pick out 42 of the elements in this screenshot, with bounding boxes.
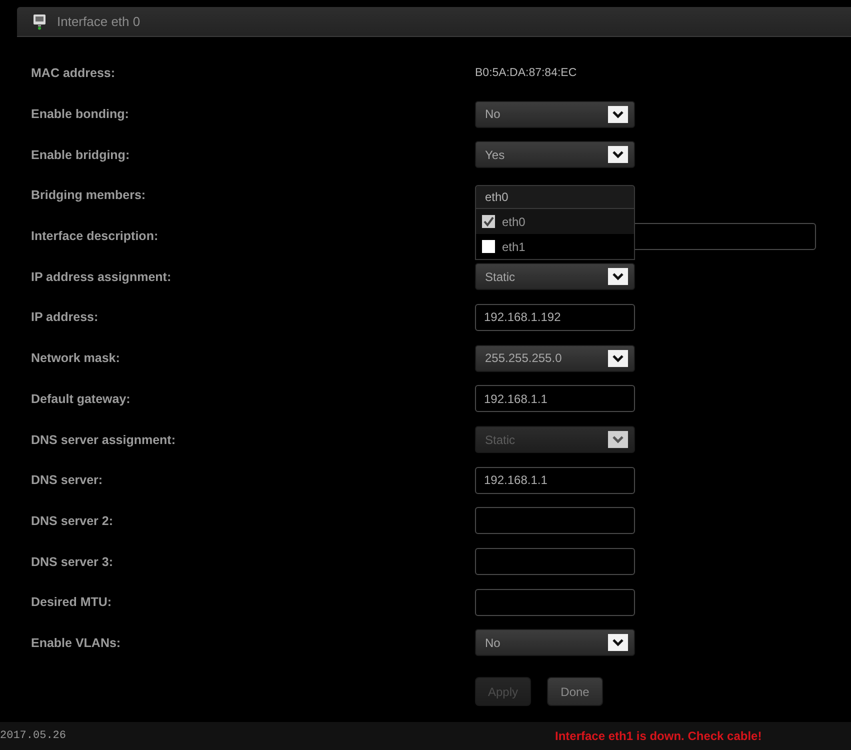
dropdown-select[interactable]: No (475, 629, 635, 656)
chevron-down-icon (608, 350, 628, 367)
done-button[interactable]: Done (547, 677, 603, 706)
checkbox-icon[interactable] (482, 240, 495, 254)
status-message: Interface eth1 is down. Check cable! (555, 728, 762, 745)
dropdown-option[interactable]: eth0 (476, 209, 634, 234)
field-label: DNS server: (31, 473, 103, 488)
field-label: Network mask: (31, 351, 120, 366)
chevron-down-icon (608, 268, 628, 286)
input-field[interactable]: 192.168.1.192 (475, 304, 635, 331)
field-label: Enable bridging: (31, 148, 130, 162)
monitor-icon (33, 14, 46, 30)
dropdown-select[interactable]: Yes (475, 141, 635, 168)
input-field[interactable]: 192.168.1.1 (475, 466, 635, 494)
input-field[interactable] (475, 588, 635, 616)
dropdown-select[interactable]: 255.255.255.0 (475, 344, 635, 372)
field-label: Enable VLANs: (31, 636, 121, 650)
status-date: 2017.05.26 (0, 728, 68, 744)
field-label: IP address: (31, 310, 98, 324)
multiselect-field[interactable]: eth0 (475, 185, 635, 210)
input-field[interactable] (475, 548, 635, 576)
chevron-down-icon (608, 634, 628, 652)
field-label: Bridging members: (31, 188, 146, 202)
field-label: Desired MTU: (31, 595, 112, 610)
field-label: DNS server 3: (31, 554, 113, 569)
input-field[interactable]: 192.168.1.1 (475, 385, 635, 412)
field-label: DNS server 2: (31, 514, 113, 528)
field-label: Interface description: (31, 229, 158, 244)
dropdown-select[interactable]: Static (475, 263, 635, 290)
input-field[interactable] (475, 507, 635, 534)
field-label: DNS server assignment: (31, 432, 176, 447)
panel-title: Interface eth 0 (57, 12, 140, 31)
chevron-down-icon (608, 146, 628, 164)
field-value: B0:5A:DA:87:84:EC (475, 66, 577, 81)
field-label: Default gateway: (31, 392, 130, 406)
field-label: IP address assignment: (31, 270, 172, 284)
chevron-down-icon (608, 106, 628, 123)
field-label: MAC address: (31, 66, 116, 80)
field-label: Enable bonding: (31, 107, 129, 122)
checkbox-checked-icon[interactable] (482, 215, 495, 228)
chevron-down-icon (608, 431, 628, 448)
dropdown-select[interactable]: No (475, 100, 635, 128)
